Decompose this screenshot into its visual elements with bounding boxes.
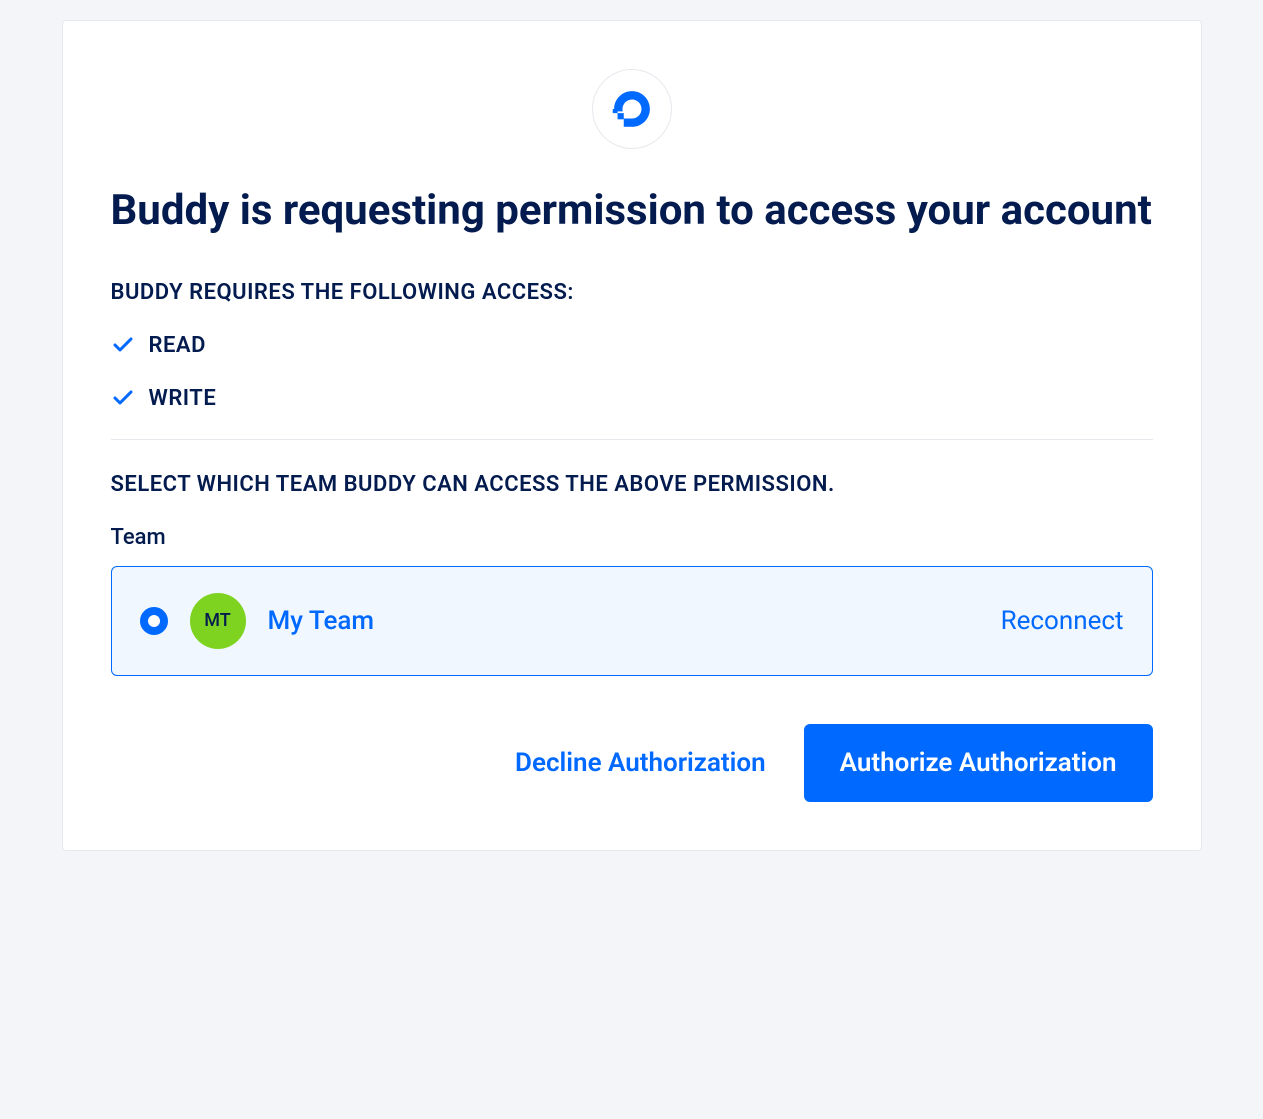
authorization-card: Buddy is requesting permission to access… [62,20,1202,851]
section-divider [111,439,1153,440]
permission-label: READ [149,333,206,358]
permission-row: READ [111,333,1153,358]
decline-button[interactable]: Decline Authorization [507,728,774,798]
team-select-heading: SELECT WHICH TEAM BUDDY CAN ACCESS THE A… [111,472,1153,497]
team-name: My Team [268,606,375,636]
team-avatar: MT [190,593,246,649]
check-icon [111,386,135,410]
provider-logo [592,69,672,149]
team-field-label: Team [111,525,1153,550]
team-option-left: MT My Team [140,593,375,649]
team-option[interactable]: MT My Team Reconnect [111,566,1153,676]
logo-container [111,69,1153,149]
action-bar: Decline Authorization Authorize Authoriz… [111,724,1153,802]
page-title: Buddy is requesting permission to access… [111,185,1153,238]
permission-row: WRITE [111,386,1153,411]
authorize-button[interactable]: Authorize Authorization [804,724,1153,802]
reconnect-button[interactable]: Reconnect [1001,606,1124,636]
check-icon [111,333,135,357]
permission-label: WRITE [149,386,217,411]
team-radio[interactable] [140,607,168,635]
access-heading: BUDDY REQUIRES THE FOLLOWING ACCESS: [111,280,1153,305]
digitalocean-logo-icon [610,87,654,131]
